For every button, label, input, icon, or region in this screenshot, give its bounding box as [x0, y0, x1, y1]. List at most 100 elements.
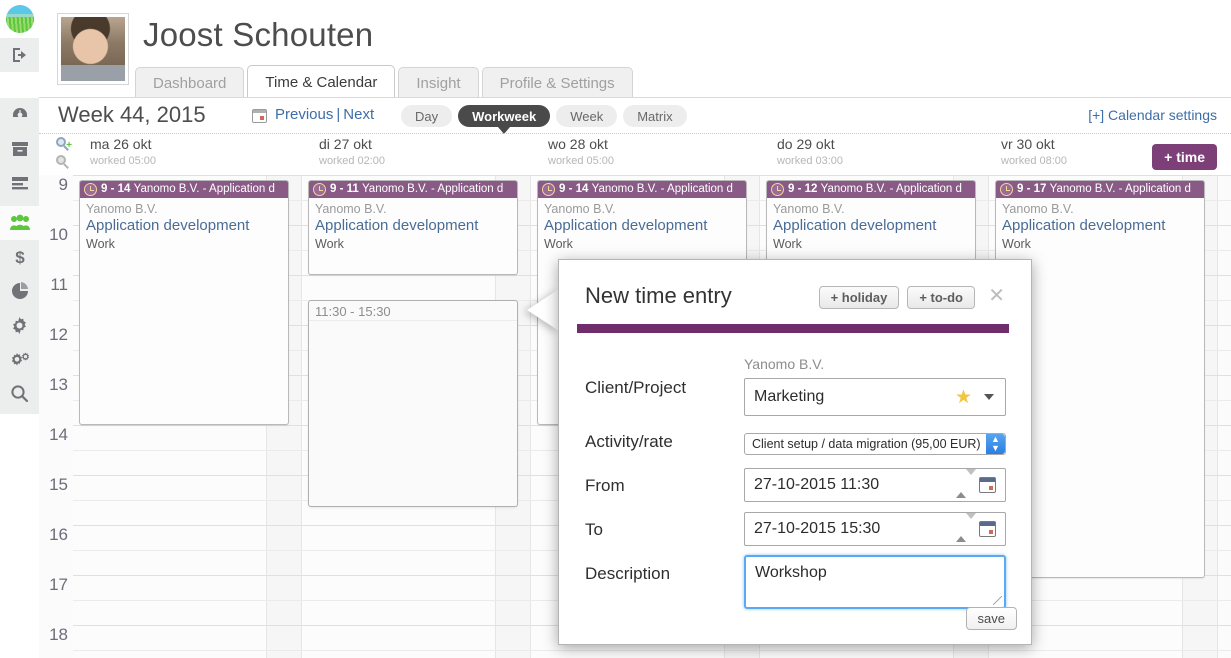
previous-link[interactable]: Previous — [275, 106, 333, 123]
zoom-out-icon[interactable] — [56, 155, 71, 170]
day-worked: worked 05:00 — [548, 155, 615, 167]
event-activity: Work — [773, 237, 802, 251]
day-worked: worked 03:00 — [777, 155, 844, 167]
day-worked: worked 02:00 — [319, 155, 386, 167]
logout-icon[interactable] — [0, 38, 39, 72]
hour-label: 9 — [58, 175, 68, 194]
day-name: do 29 okt — [777, 136, 835, 152]
sidebar-item-archive[interactable] — [0, 132, 39, 166]
clock-icon — [84, 183, 97, 196]
clock-icon — [771, 183, 784, 196]
sidebar-item-billing[interactable]: $ — [0, 240, 39, 274]
day-header-0[interactable]: ma 26 okt worked 05:00 — [90, 136, 319, 167]
day-name: di 27 okt — [319, 136, 372, 152]
event-header: 9 - 12 Yanomo B.V. - Application d — [767, 181, 975, 198]
event-header: 9 - 11 Yanomo B.V. - Application d — [309, 181, 517, 198]
selection-range-label: 11:30 - 15:30 — [309, 301, 517, 321]
modal-pointer — [527, 289, 559, 331]
week-nav: Previous | Next — [275, 106, 374, 123]
hour-label: 13 — [49, 375, 68, 394]
day-header-1[interactable]: di 27 okt worked 02:00 — [319, 136, 548, 167]
add-todo-button[interactable]: + to-do — [907, 286, 975, 309]
activity-select[interactable]: Client setup / data migration (95,00 EUR… — [744, 433, 1006, 455]
tab-profile-settings[interactable]: Profile & Settings — [481, 67, 633, 98]
event-project: Application development — [544, 217, 708, 234]
sidebar-item-lists[interactable] — [0, 166, 39, 200]
zoom-in-icon[interactable]: + — [56, 137, 72, 152]
avatar[interactable] — [58, 14, 128, 84]
to-label: To — [585, 520, 603, 539]
app-logo[interactable] — [0, 0, 39, 38]
day-name: ma 26 okt — [90, 136, 152, 152]
event-range: 9 - 11 — [330, 183, 359, 195]
calendar-event-0[interactable]: 9 - 14 Yanomo B.V. - Application d Yanom… — [79, 180, 289, 425]
from-label: From — [585, 476, 625, 495]
chevron-down-icon[interactable] — [984, 394, 994, 400]
hour-label: 15 — [49, 475, 68, 494]
sidebar-item-reports[interactable] — [0, 274, 39, 308]
event-activity: Work — [86, 237, 115, 251]
view-mode-day[interactable]: Day — [401, 105, 453, 127]
time-selection-block[interactable]: 11:30 - 15:30 — [308, 300, 518, 507]
calendar-icon[interactable] — [252, 109, 267, 123]
hour-label: 10 — [49, 225, 68, 244]
event-title: Yanomo B.V. - Application d — [1049, 183, 1191, 195]
hour-label: 11 — [50, 275, 68, 294]
to-input[interactable]: 27-10-2015 15:30 — [744, 512, 1006, 546]
event-title: Yanomo B.V. - Application d — [591, 183, 733, 195]
field-from: From 27-10-2015 11:30 — [585, 467, 1017, 511]
project-select[interactable]: Marketing ★ — [744, 378, 1006, 416]
clock-icon — [1000, 183, 1013, 196]
view-mode-workweek[interactable]: Workweek — [458, 105, 551, 134]
app-root: $ Joost Schouten Dashboard Time & Calend… — [0, 0, 1231, 658]
view-mode-matrix[interactable]: Matrix — [623, 105, 687, 127]
sidebar-item-admin-settings[interactable] — [0, 342, 39, 376]
dialog-header-actions: + holiday + to-do — [818, 286, 975, 309]
sidebar-item-search[interactable] — [0, 376, 39, 410]
from-input[interactable]: 27-10-2015 11:30 — [744, 468, 1006, 502]
dialog-accent-bar — [577, 324, 1009, 333]
star-icon[interactable]: ★ — [955, 388, 972, 407]
event-title: Yanomo B.V. - Application d — [820, 183, 962, 195]
resize-handle[interactable] — [993, 596, 1002, 605]
new-time-entry-dialog: New time entry + holiday + to-do ✕ Clien… — [558, 259, 1032, 645]
spinner-icon[interactable]: ▲ ▼ — [986, 434, 1005, 454]
to-value: 27-10-2015 15:30 — [754, 520, 881, 537]
event-activity: Work — [544, 237, 573, 251]
sidebar-item-dashboard[interactable] — [0, 98, 39, 132]
event-activity: Work — [1002, 237, 1031, 251]
sidebar-item-settings[interactable] — [0, 308, 39, 342]
add-time-button[interactable]: + time — [1152, 144, 1217, 170]
save-button[interactable]: save — [965, 607, 1017, 630]
from-stepper[interactable] — [956, 469, 976, 498]
event-header: 9 - 14 Yanomo B.V. - Application d — [538, 181, 746, 198]
day-header-2[interactable]: wo 28 okt worked 05:00 — [548, 136, 777, 167]
description-input[interactable]: Workshop — [744, 555, 1006, 609]
view-mode-switch: Day Workweek Week Matrix — [401, 105, 693, 134]
calendar-event-1[interactable]: 9 - 11 Yanomo B.V. - Application d Yanom… — [308, 180, 518, 275]
sidebar-rail: $ — [0, 0, 39, 658]
to-calendar-icon[interactable] — [979, 521, 996, 537]
add-holiday-button[interactable]: + holiday — [818, 286, 900, 309]
nav-group-active — [0, 206, 39, 240]
hour-labels: 9 10 11 12 13 14 15 16 17 18 — [39, 175, 73, 658]
from-calendar-icon[interactable] — [979, 477, 996, 493]
close-icon[interactable]: ✕ — [988, 286, 1005, 306]
next-link[interactable]: Next — [343, 106, 374, 123]
nav-group-2: $ — [0, 240, 39, 414]
project-value: Marketing — [754, 388, 825, 405]
event-client: Yanomo B.V. — [773, 202, 845, 216]
to-stepper[interactable] — [956, 513, 976, 542]
view-mode-week[interactable]: Week — [556, 105, 618, 127]
tab-insight[interactable]: Insight — [398, 67, 479, 98]
event-activity: Work — [315, 237, 344, 251]
event-header: 9 - 14 Yanomo B.V. - Application d — [80, 181, 288, 198]
calendar-settings-link[interactable]: [+] Calendar settings — [1088, 107, 1217, 123]
event-range: 9 - 14 — [559, 183, 589, 195]
activity-rate-label: Activity/rate — [585, 432, 673, 451]
field-client-project: Client/Project Yanomo B.V. Marketing ★ — [585, 356, 1017, 422]
day-header-3[interactable]: do 29 okt worked 03:00 — [777, 136, 1006, 167]
sidebar-item-people[interactable] — [0, 206, 39, 240]
tab-time-calendar[interactable]: Time & Calendar — [247, 65, 396, 98]
tab-dashboard[interactable]: Dashboard — [135, 67, 245, 98]
